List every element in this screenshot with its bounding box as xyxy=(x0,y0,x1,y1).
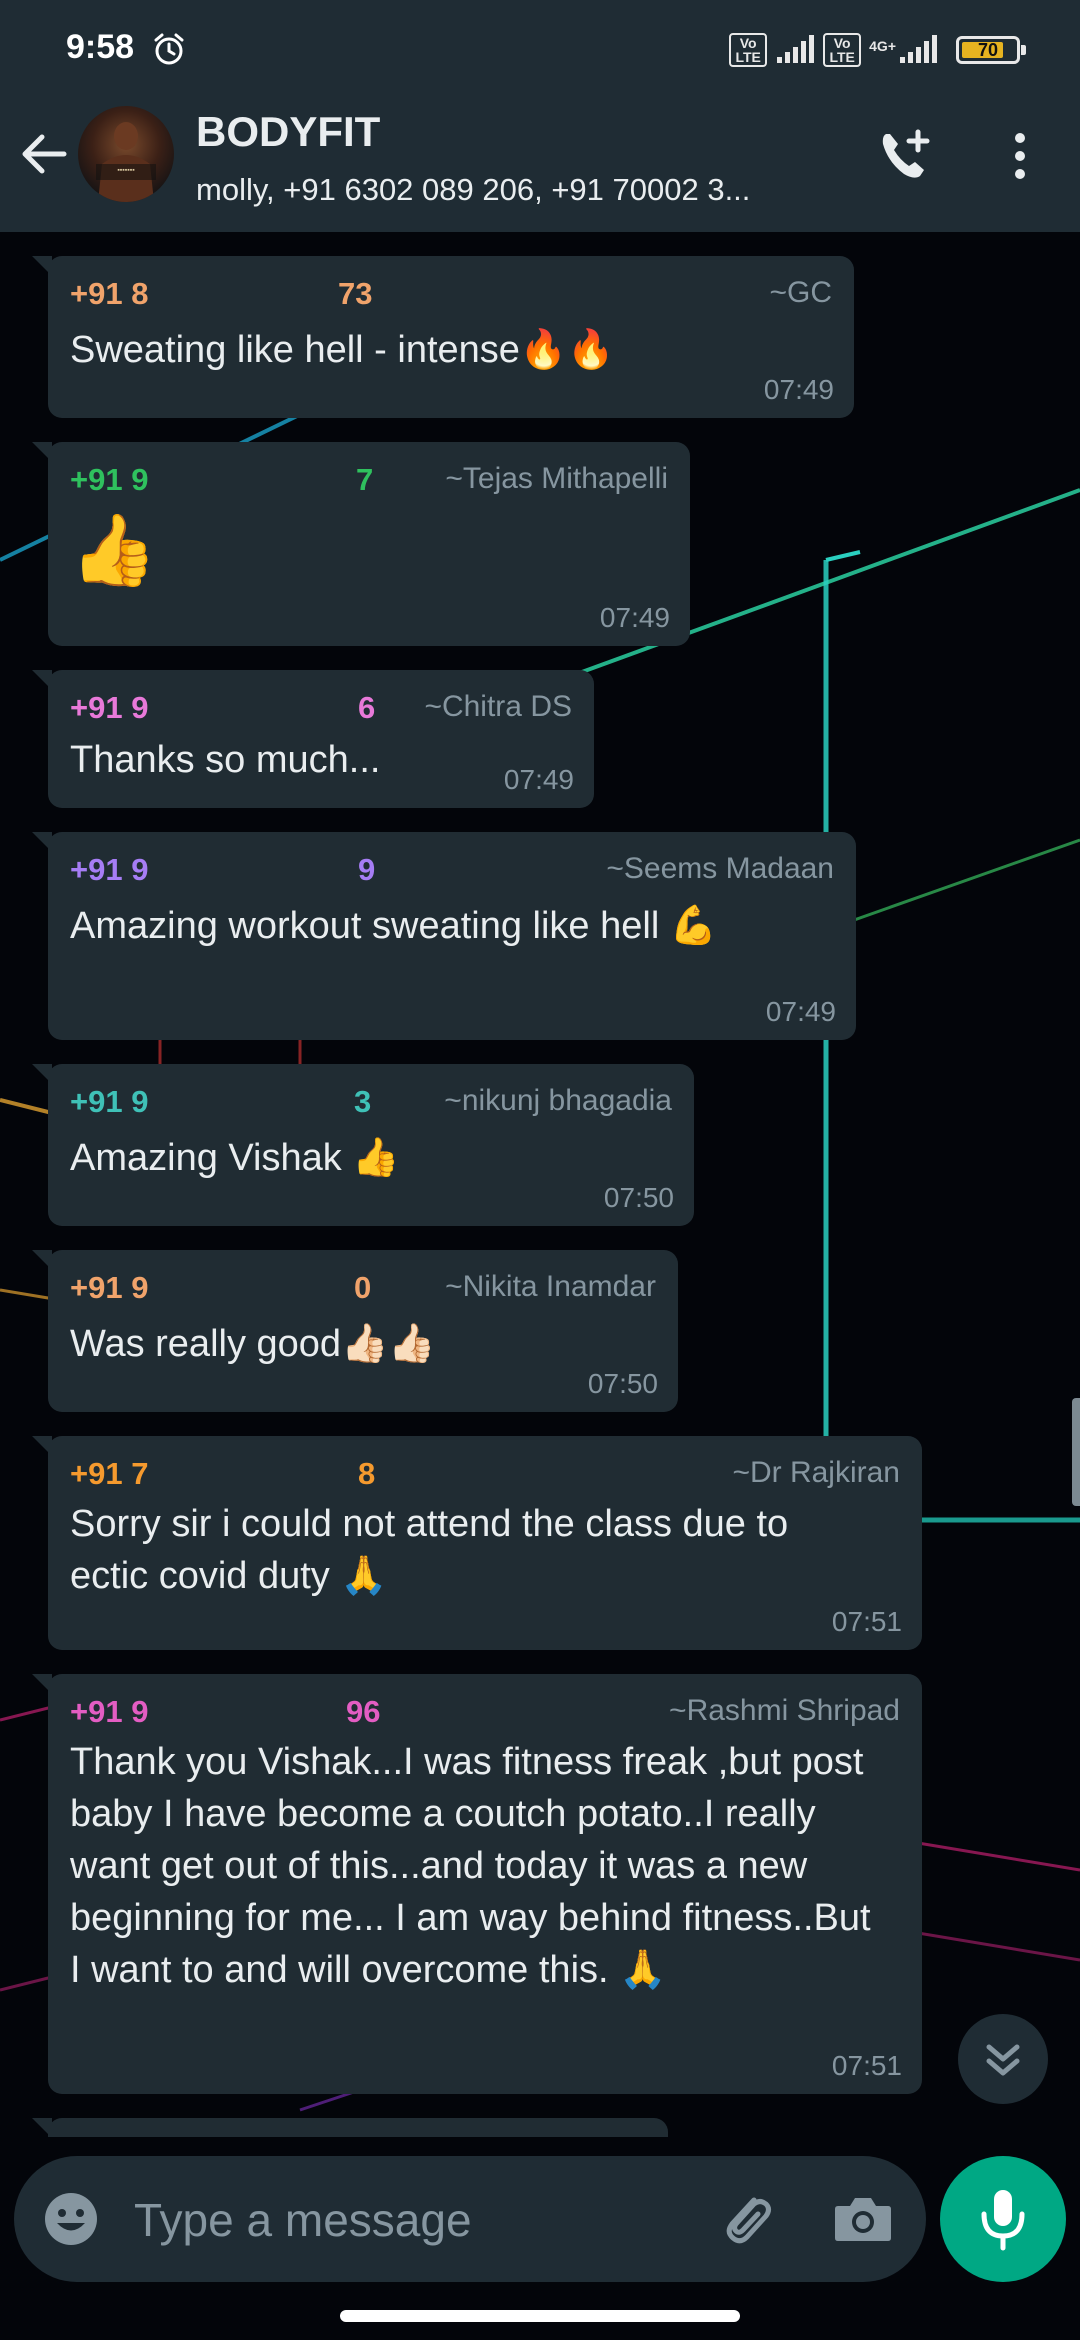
signal-sim2-icon xyxy=(900,35,937,63)
sender-name: ~Rashmi Shripad xyxy=(669,1694,900,1727)
sender-line: +91 9 0 ~Nikita Inamdar xyxy=(70,1268,656,1308)
network-type: 4G+ xyxy=(869,38,896,54)
sender-name: ~Dr Rajkiran xyxy=(732,1456,900,1489)
sender-phone-end: 9 xyxy=(358,852,376,887)
group-name[interactable]: BODYFIT xyxy=(196,108,380,156)
attach-icon[interactable] xyxy=(714,2186,780,2252)
sender-phone[interactable]: +91 9 xyxy=(70,1270,148,1306)
battery-level: 70 xyxy=(977,40,999,60)
status-icons: Vo LTE Vo LTE 4G+ 70 xyxy=(729,30,1026,70)
status-time: 9:58 xyxy=(66,28,135,66)
svg-text:▪▪▪▪▪▪▪: ▪▪▪▪▪▪▪ xyxy=(117,167,135,174)
add-call-icon[interactable] xyxy=(872,124,936,188)
message-text: Amazing Vishak 👍 xyxy=(70,1137,400,1179)
sender-name: ~Tejas Mithapelli xyxy=(445,462,668,495)
sender-phone-end: 8 xyxy=(358,1456,376,1491)
message-composer xyxy=(14,2156,926,2282)
sender-phone-end: 3 xyxy=(354,1084,372,1119)
status-bar: 9:58 Vo LTE Vo LTE 4G+ 70 xyxy=(0,0,1080,80)
sender-name: ~Seems Madaan xyxy=(606,852,834,885)
message-text: Thank you Vishak...I was fitness freak ,… xyxy=(70,1741,882,1991)
double-chevron-down-icon xyxy=(986,2044,1020,2076)
message-time: 07:50 xyxy=(603,1182,674,1213)
message-time: 07:51 xyxy=(831,1606,902,1637)
message-bubble[interactable]: +91 9 96 ~Rashmi Shripad Thank you Visha… xyxy=(32,1674,922,2094)
message-text: 👍 xyxy=(70,511,158,589)
sender-phone-end: 73 xyxy=(338,276,373,311)
sender-phone[interactable]: +91 9 xyxy=(70,1694,148,1730)
microphone-icon xyxy=(981,2190,1025,2251)
more-options-icon[interactable] xyxy=(1000,124,1040,188)
sender-phone[interactable]: +91 9 xyxy=(70,852,148,888)
volte-sim2-icon: Vo LTE xyxy=(823,33,862,67)
message-list: +91 8 73 ~GC Sweating like hell - intens… xyxy=(0,232,1080,2137)
message-bubble[interactable]: +91 9 3 ~nikunj bhagadia Amazing Vishak … xyxy=(32,1064,694,1226)
message-text: Sweating like hell - intense🔥🔥 xyxy=(70,329,615,371)
sender-line: +91 9 9 ~Seems Madaan xyxy=(70,850,834,890)
home-indicator[interactable] xyxy=(340,2310,740,2322)
sender-line: +91 9 7 ~Tejas Mithapelli xyxy=(70,460,668,500)
signal-sim1-icon xyxy=(777,35,815,63)
sender-name: ~nikunj bhagadia xyxy=(444,1084,672,1117)
message-time: 07:49 xyxy=(503,764,574,795)
message-bubble[interactable]: +91 9 0 ~Nikita Inamdar Was really good👍… xyxy=(32,1250,678,1412)
chat-header: ▪▪▪▪▪▪▪ BODYFIT molly, +91 6302 089 206,… xyxy=(0,80,1080,232)
battery-tip xyxy=(1021,45,1026,55)
sender-phone-end: 6 xyxy=(358,690,376,725)
message-bubble-partial[interactable] xyxy=(32,2118,668,2137)
group-members[interactable]: molly, +91 6302 089 206, +91 70002 3... xyxy=(196,172,836,208)
message-input[interactable] xyxy=(132,2186,696,2254)
message-bubble[interactable]: +91 9 9 ~Seems Madaan Amazing workout sw… xyxy=(32,832,856,1040)
scrollbar-thumb[interactable] xyxy=(1072,1398,1080,1506)
sender-phone-end: 96 xyxy=(346,1694,381,1729)
sender-phone-end: 7 xyxy=(356,462,374,497)
emoji-icon[interactable] xyxy=(42,2190,100,2248)
message-time: 07:51 xyxy=(831,2050,902,2081)
battery-icon: 70 xyxy=(956,36,1026,64)
alarm-icon xyxy=(154,33,184,65)
camera-icon[interactable] xyxy=(832,2188,894,2250)
sender-phone[interactable]: +91 8 xyxy=(70,276,148,312)
sender-line: +91 9 96 ~Rashmi Shripad xyxy=(70,1692,900,1732)
message-text: Was really good👍🏻👍🏻 xyxy=(70,1323,436,1365)
message-text: Sorry sir i could not attend the class d… xyxy=(70,1503,799,1597)
sender-phone[interactable]: +91 9 xyxy=(70,462,148,498)
message-time: 07:49 xyxy=(763,374,834,405)
message-time: 07:50 xyxy=(587,1368,658,1399)
sender-phone[interactable]: +91 7 xyxy=(70,1456,148,1492)
sender-line: +91 9 6 ~Chitra DS xyxy=(70,688,572,728)
sender-line: +91 9 3 ~nikunj bhagadia xyxy=(70,1082,672,1122)
sender-name: ~Nikita Inamdar xyxy=(445,1270,656,1303)
sender-name: ~GC xyxy=(769,276,832,309)
message-bubble[interactable]: +91 9 7 ~Tejas Mithapelli 👍 07:49 xyxy=(32,442,690,646)
sender-phone[interactable]: +91 9 xyxy=(70,1084,148,1120)
voice-message-button[interactable] xyxy=(940,2156,1066,2282)
group-avatar[interactable]: ▪▪▪▪▪▪▪ xyxy=(78,106,174,202)
sender-phone-end: 0 xyxy=(354,1270,372,1305)
message-time: 07:49 xyxy=(599,602,670,633)
volte-sim1-icon: Vo LTE xyxy=(729,33,768,67)
back-arrow-icon[interactable] xyxy=(14,124,74,184)
whatsapp-chat-screen: 9:58 Vo LTE Vo LTE 4G+ 70 ▪▪▪▪▪▪▪ BODYFI… xyxy=(0,0,1080,2340)
sender-line: +91 8 73 ~GC xyxy=(70,274,832,314)
message-bubble[interactable]: +91 9 6 ~Chitra DS Thanks so much... 07:… xyxy=(32,670,594,808)
message-text: Amazing workout sweating like hell 💪 xyxy=(70,905,718,947)
message-bubble[interactable]: +91 7 8 ~Dr Rajkiran Sorry sir i could n… xyxy=(32,1436,922,1650)
avatar-image: ▪▪▪▪▪▪▪ xyxy=(96,122,156,202)
sender-phone[interactable]: +91 9 xyxy=(70,690,148,726)
message-time: 07:49 xyxy=(765,996,836,1027)
sender-name: ~Chitra DS xyxy=(424,690,572,723)
scroll-to-bottom-button[interactable] xyxy=(958,2014,1048,2104)
sender-line: +91 7 8 ~Dr Rajkiran xyxy=(70,1454,900,1494)
message-bubble[interactable]: +91 8 73 ~GC Sweating like hell - intens… xyxy=(32,256,854,418)
message-text: Thanks so much... xyxy=(70,739,381,781)
